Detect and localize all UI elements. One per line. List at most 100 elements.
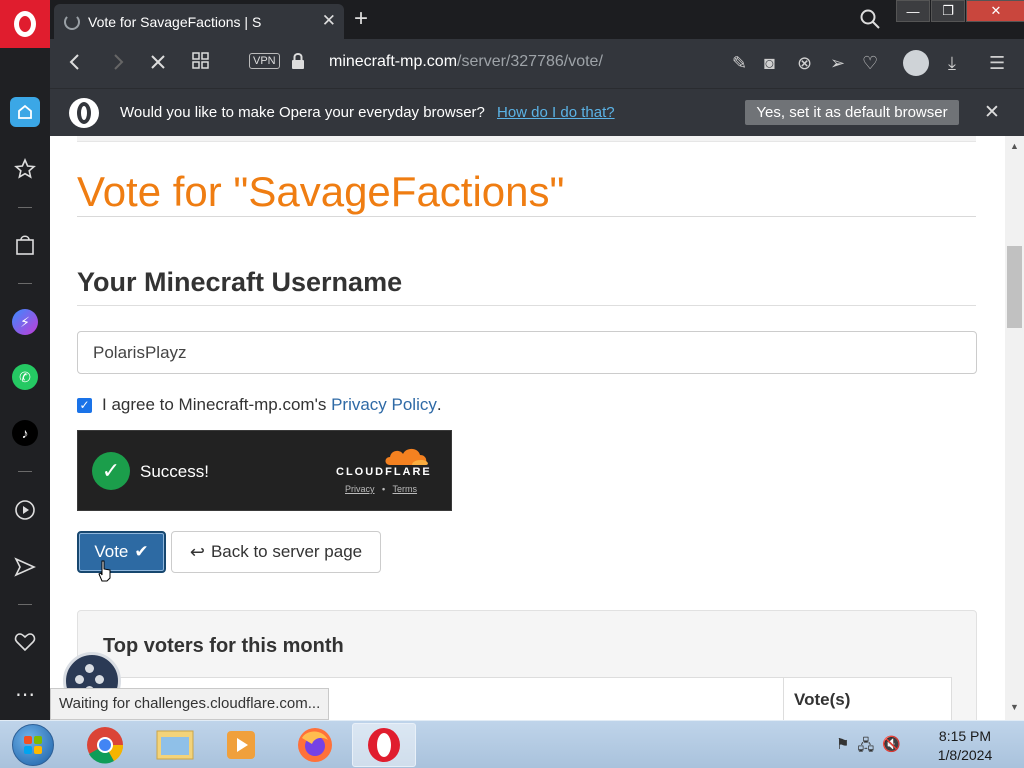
sidebar-messenger[interactable]: ⚡	[0, 304, 50, 340]
username-input[interactable]	[77, 331, 977, 374]
tab-active[interactable]: Vote for SavageFactions | S ✕	[54, 4, 344, 39]
shopping-bag-icon	[16, 235, 34, 255]
back-icon[interactable]	[68, 52, 82, 77]
restore-button[interactable]: ❐	[931, 0, 965, 22]
privacy-policy-link[interactable]: Privacy Policy	[331, 395, 437, 415]
firefox-icon	[298, 728, 332, 762]
forward-icon[interactable]	[111, 52, 125, 77]
sidebar-whatsapp[interactable]: ✆	[0, 359, 50, 395]
edit-page-icon[interactable]: ✎	[732, 52, 747, 74]
agree-period: .	[436, 395, 442, 414]
whatsapp-icon: ✆	[12, 364, 38, 390]
sidebar-divider	[18, 471, 32, 472]
scroll-up-arrow-icon[interactable]: ▲	[1005, 141, 1024, 151]
system-clock[interactable]: 8:15 PM 1/8/2024	[930, 727, 1000, 765]
taskbar-opera[interactable]	[352, 723, 416, 767]
cloudflare-terms-link[interactable]: Terms	[393, 484, 418, 494]
title-divider	[77, 216, 976, 217]
infobar-help-link[interactable]: How do I do that?	[497, 104, 615, 121]
sidebar-shopping[interactable]	[0, 227, 50, 263]
ad-block-icon[interactable]: ⊗	[797, 52, 812, 74]
send-icon	[14, 557, 36, 577]
opera-menu-button[interactable]	[0, 0, 50, 48]
opera-logo-icon	[14, 11, 36, 37]
taskbar-firefox[interactable]	[283, 723, 347, 767]
tab-title: Vote for SavageFactions | S	[88, 13, 262, 30]
default-browser-infobar: Would you like to make Opera your everyd…	[50, 88, 1024, 136]
sidebar-divider	[18, 283, 32, 284]
profile-avatar[interactable]	[903, 50, 929, 76]
scroll-thumb[interactable]	[1007, 246, 1022, 328]
sidebar-divider	[18, 604, 32, 605]
infobar-close-icon[interactable]: ✕	[984, 101, 1000, 124]
set-default-browser-button[interactable]: Yes, set it as default browser	[745, 100, 959, 125]
tab-search-icon[interactable]	[858, 7, 882, 31]
tab-close-icon[interactable]: ✕	[322, 11, 336, 31]
chrome-icon	[87, 727, 124, 764]
clock-time: 8:15 PM	[938, 728, 992, 744]
back-button-label: Back to server page	[210, 542, 363, 561]
sidebar-tiktok[interactable]: ♪	[0, 415, 50, 451]
cloudflare-brand: CLOUDFLARE	[336, 466, 432, 478]
address-toolbar: VPN minecraft-mp.com/server/327786/vote/…	[50, 39, 1024, 88]
star-icon	[14, 158, 36, 179]
back-to-server-button[interactable]: ↩ Back to server page	[171, 531, 381, 573]
top-voters-title: Top voters for this month	[103, 635, 344, 657]
agree-checkbox[interactable]: ✓	[77, 397, 92, 413]
volume-muted-icon[interactable]: 🔇	[882, 735, 901, 760]
bookmark-heart-icon[interactable]: ♡	[862, 52, 878, 74]
folder-icon	[156, 730, 194, 760]
page-scrollbar[interactable]: ▲ ▼	[1005, 136, 1024, 720]
links-separator: •	[382, 484, 386, 494]
vpn-badge[interactable]: VPN	[249, 53, 280, 69]
cloudflare-turnstile-widget: ✓ Success! CLOUDFLARE Privacy • Terms	[77, 430, 452, 511]
send-to-icon[interactable]: ➢	[830, 52, 845, 74]
start-button[interactable]	[12, 724, 54, 766]
sidebar-bookmarks[interactable]	[0, 151, 50, 187]
close-window-button[interactable]: ✕	[966, 0, 1024, 22]
taskbar-chrome[interactable]	[73, 723, 137, 767]
download-icon[interactable]: ⤓	[948, 52, 956, 74]
lock-icon[interactable]	[291, 52, 305, 75]
minimize-button[interactable]: —	[896, 0, 930, 22]
opera-sidebar: ⚡ ✆ ♪ ⋯	[0, 48, 50, 720]
taskbar-file-explorer[interactable]	[143, 723, 207, 767]
username-heading: Your Minecraft Username	[77, 267, 403, 297]
taskbar-media-player[interactable]	[209, 723, 273, 767]
url-field[interactable]: minecraft-mp.com/server/327786/vote/	[329, 53, 603, 71]
cloudflare-privacy-link[interactable]: Privacy	[345, 484, 375, 494]
heart-icon	[14, 633, 36, 652]
sidebar-favorites[interactable]	[0, 624, 50, 660]
scroll-down-arrow-icon[interactable]: ▼	[1005, 702, 1024, 712]
camera-icon[interactable]: ◙	[764, 52, 775, 74]
sidebar-send[interactable]	[0, 549, 50, 585]
hand-cursor-icon	[98, 560, 111, 582]
speed-dial-grid-icon[interactable]	[192, 52, 210, 75]
cloudflare-cloud-icon	[385, 448, 428, 465]
system-tray: ⚑ 🖧 🔇	[836, 735, 901, 760]
reply-arrow-icon: ↩	[189, 541, 205, 562]
captcha-status: Success!	[140, 462, 209, 481]
page-top-border	[77, 136, 976, 142]
home-icon	[10, 97, 40, 127]
url-path: /server/327786/vote/	[457, 53, 603, 70]
network-icon[interactable]: 🖧	[857, 735, 874, 760]
sidebar-home[interactable]	[0, 94, 50, 130]
vote-button-label: Vote	[94, 542, 129, 561]
votes-column-header: Vote(s)	[794, 690, 851, 709]
privacy-agreement: ✓ I agree to Minecraft-mp.com's Privacy …	[77, 395, 442, 415]
sidebar-player[interactable]	[0, 492, 50, 528]
success-check-icon: ✓	[92, 452, 130, 490]
checkmark-icon: ✔	[134, 542, 149, 561]
messenger-icon: ⚡	[12, 309, 38, 335]
new-tab-icon[interactable]: +	[354, 5, 368, 33]
opera-infobar-logo-icon	[69, 98, 99, 128]
vote-button[interactable]: Vote ✔	[77, 531, 166, 573]
action-center-flag-icon[interactable]: ⚑	[836, 735, 849, 760]
windows-logo-icon	[24, 736, 32, 744]
sidebar-more-icon[interactable]: ⋯	[0, 676, 50, 712]
web-page: Vote for "SavageFactions" Your Minecraft…	[50, 136, 1005, 720]
easy-setup-icon[interactable]: ☰	[989, 52, 1005, 74]
infobar-message: Would you like to make Opera your everyd…	[120, 104, 485, 121]
stop-loading-icon[interactable]	[149, 52, 167, 77]
